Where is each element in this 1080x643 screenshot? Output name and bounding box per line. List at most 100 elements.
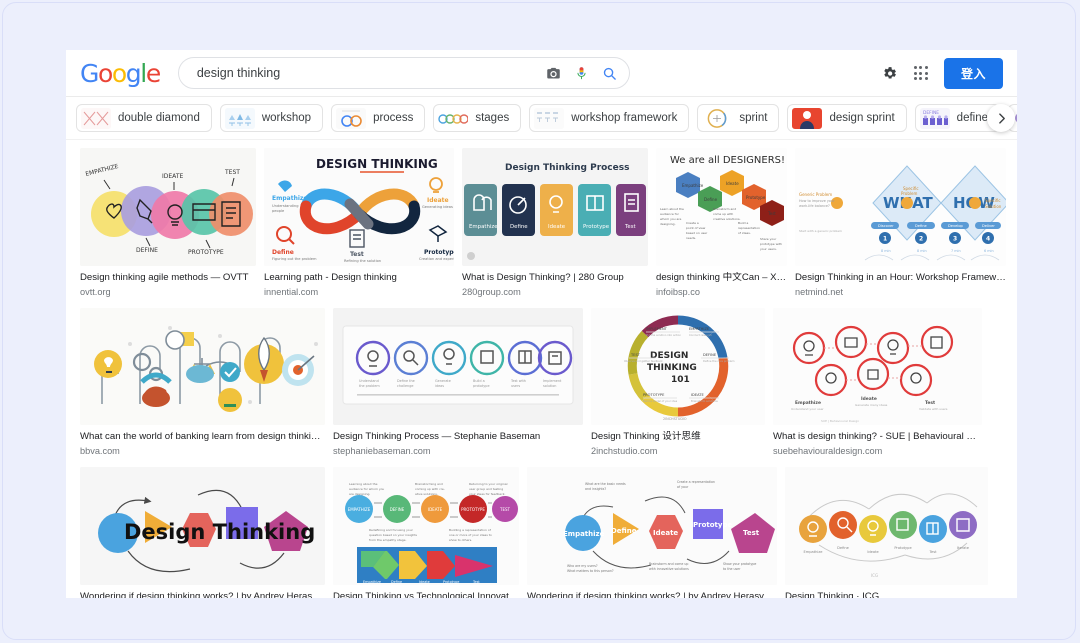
chip-process[interactable]: process: [331, 104, 426, 132]
svg-text:Define: Define: [611, 527, 637, 535]
result-card[interactable]: EMPATHIZE DEFINE IDEATE PROTOTYPE TEST Lear…: [333, 467, 519, 598]
sprint-circle-thumb-icon: [702, 107, 733, 129]
svg-text:show to others.: show to others.: [449, 538, 472, 542]
google-logo[interactable]: Google: [80, 59, 161, 88]
svg-text:Generate many ideas: Generate many ideas: [855, 403, 888, 407]
svg-text:Learning about the: Learning about the: [349, 482, 378, 486]
svg-text:audience for whom you: audience for whom you: [349, 487, 384, 491]
camera-icon[interactable]: [546, 66, 561, 81]
result-caption: Design Thinking · ICG: [785, 591, 880, 598]
svg-text:What matters to this person?: What matters to this person?: [567, 569, 614, 573]
svg-text:Start with a generic problem: Start with a generic problem: [799, 229, 842, 233]
gear-icon[interactable]: [881, 65, 898, 82]
result-thumbnail[interactable]: Empathize Define Ideate Prototype Test Iter…: [785, 467, 988, 585]
svg-text:Deliver: Deliver: [982, 224, 995, 228]
svg-text:representation: representation: [738, 226, 760, 230]
svg-text:2: 2: [919, 236, 923, 243]
svg-text:Empathize: Empathize: [795, 400, 821, 406]
svg-text:Generic Problem: Generic Problem: [799, 192, 832, 197]
svg-text:Discover: Discover: [878, 224, 894, 228]
svg-text:Ideate: Ideate: [861, 396, 877, 402]
result-card[interactable]: WHAT HOW Generic Problem How to improve …: [795, 148, 1006, 298]
svg-text:DEFINE: DEFINE: [923, 110, 939, 116]
chip-design-sprint[interactable]: design sprint: [787, 104, 907, 132]
result-card[interactable]: DESIGN THINKING 101 IMPLEMENT EMPATHIZE D…: [591, 308, 765, 457]
search-input[interactable]: [194, 65, 546, 81]
result-thumbnail[interactable]: Empathize Define Ideate Prototype Test What…: [527, 467, 777, 585]
chip-stages[interactable]: stages: [433, 104, 522, 132]
result-caption: Wondering if design thinking works? | by…: [80, 591, 325, 598]
result-caption: Design Thinking vs.Technological Innovat…: [333, 591, 519, 598]
chip-workshop[interactable]: workshop: [219, 104, 324, 132]
svg-text:Ideate: Ideate: [653, 529, 678, 537]
result-caption: Design Thinking in an Hour: Workshop Fra…: [795, 272, 1006, 283]
svg-text:ICG: ICG: [871, 573, 878, 578]
svg-text:Define: Define: [704, 197, 718, 202]
result-card[interactable]: What can the world of banking learn from…: [80, 308, 325, 457]
svg-text:come up with: come up with: [713, 212, 733, 216]
result-thumbnail[interactable]: DESIGN THINKING 101 IMPLEMENT EMPATHIZE D…: [591, 308, 765, 425]
sign-in-button[interactable]: 登入: [943, 57, 1003, 89]
workshop-framework-thumb-icon: [534, 107, 565, 129]
svg-text:people: people: [272, 209, 285, 213]
svg-text:Define: Define: [915, 224, 928, 228]
results-row: What can the world of banking learn from…: [80, 308, 1003, 457]
svg-text:Put the solution into action: Put the solution into action: [646, 333, 681, 337]
svg-text:Figuring out the problem: Figuring out the problem: [272, 257, 317, 261]
result-card[interactable]: We are all DESIGNERS! Empathize Define I…: [656, 148, 787, 298]
result-thumbnail[interactable]: Design Thinking: [80, 467, 325, 585]
result-thumbnail[interactable]: EMPATHIZE DEFINE IDEATE PROTOTYPE TEST: [80, 148, 256, 266]
result-card[interactable]: Empathize Define Ideate Prototype Test What…: [527, 467, 777, 598]
result-thumbnail[interactable]: Understand the problem Define the challeng…: [333, 308, 583, 425]
svg-text:Define: Define: [837, 546, 850, 550]
result-thumbnail[interactable]: EMPATHIZE DEFINE IDEATE PROTOTYPE TEST Lear…: [333, 467, 519, 585]
svg-text:from the empathy stage.: from the empathy stage.: [369, 538, 406, 542]
search-header: Google design thinking 登入: [66, 50, 1017, 97]
result-caption: What is Design Thinking? | 280 Group: [462, 272, 624, 283]
svg-text:Generating ideas: Generating ideas: [422, 205, 453, 209]
result-thumbnail[interactable]: Empathize Ideate Test Understand your user…: [773, 308, 982, 425]
design-sprint-thumb-icon: [792, 107, 823, 129]
result-domain: ovtt.org: [80, 287, 111, 297]
result-thumbnail[interactable]: We are all DESIGNERS! Empathize Define I…: [656, 148, 787, 266]
svg-text:Test: Test: [925, 400, 935, 406]
result-card[interactable]: Empathize Define Ideate Prototype Test Iter…: [785, 467, 988, 598]
microphone-icon[interactable]: [574, 65, 589, 82]
svg-text:Specific: Specific: [985, 198, 1001, 203]
search-icon[interactable]: [602, 66, 617, 81]
result-thumbnail[interactable]: DESIGN THINKING Empathize Understanding …: [264, 148, 454, 266]
infinity-loop-image: DESIGN THINKING Empathize Understanding …: [264, 148, 454, 266]
result-domain: 280group.com: [462, 287, 521, 297]
chip-double-diamond[interactable]: double diamond: [76, 104, 212, 132]
filter-chip-bar[interactable]: double diamond workshop process stages w…: [66, 97, 1017, 140]
result-card[interactable]: Understand the problem Define the challeng…: [333, 308, 583, 457]
stephanie-steps-image: Understandthe problem Define thechalleng…: [333, 308, 583, 425]
chip-scroll-next-button[interactable]: [987, 104, 1015, 132]
result-card[interactable]: Design Thinking Wondering if design thin…: [80, 467, 325, 598]
double-diamond-thumb-icon: [81, 107, 111, 129]
chip-sprint[interactable]: sprint: [697, 104, 780, 132]
svg-text:Understanding: Understanding: [272, 204, 298, 208]
chip-workshop-framework[interactable]: workshop framework: [529, 104, 690, 132]
svg-text:Ideate: Ideate: [419, 580, 430, 584]
svg-text:Who are my users?: Who are my users?: [567, 564, 598, 568]
svg-text:What are the basic needs: What are the basic needs: [585, 482, 626, 486]
svg-text:Problem: Problem: [901, 191, 917, 196]
svg-text:Learn about the: Learn about the: [660, 207, 684, 211]
apps-grid-icon[interactable]: [913, 65, 928, 81]
svg-text:Define the: Define the: [397, 379, 415, 383]
result-thumbnail[interactable]: WHAT HOW Generic Problem How to improve …: [795, 148, 1006, 266]
svg-text:Define: Define: [272, 249, 294, 256]
result-card[interactable]: DESIGN THINKING Empathize Understanding …: [264, 148, 454, 298]
result-card[interactable]: EMPATHIZE DEFINE IDEATE PROTOTYPE TEST D: [80, 148, 256, 298]
svg-text:IMPLEMENT: IMPLEMENT: [646, 327, 668, 331]
result-card[interactable]: Design Thinking Process Empathize Define…: [462, 148, 648, 298]
svg-text:8 min: 8 min: [881, 249, 891, 253]
result-thumbnail[interactable]: Design Thinking Process Empathize Define…: [462, 148, 648, 266]
result-card[interactable]: Empathize Ideate Test Understand your user…: [773, 308, 982, 457]
svg-text:coming up with cre-: coming up with cre-: [415, 487, 445, 491]
svg-text:ative solutions.: ative solutions.: [415, 492, 438, 496]
search-box[interactable]: [177, 57, 630, 89]
result-domain: stephaniebaseman.com: [333, 446, 431, 456]
result-thumbnail[interactable]: [80, 308, 325, 425]
